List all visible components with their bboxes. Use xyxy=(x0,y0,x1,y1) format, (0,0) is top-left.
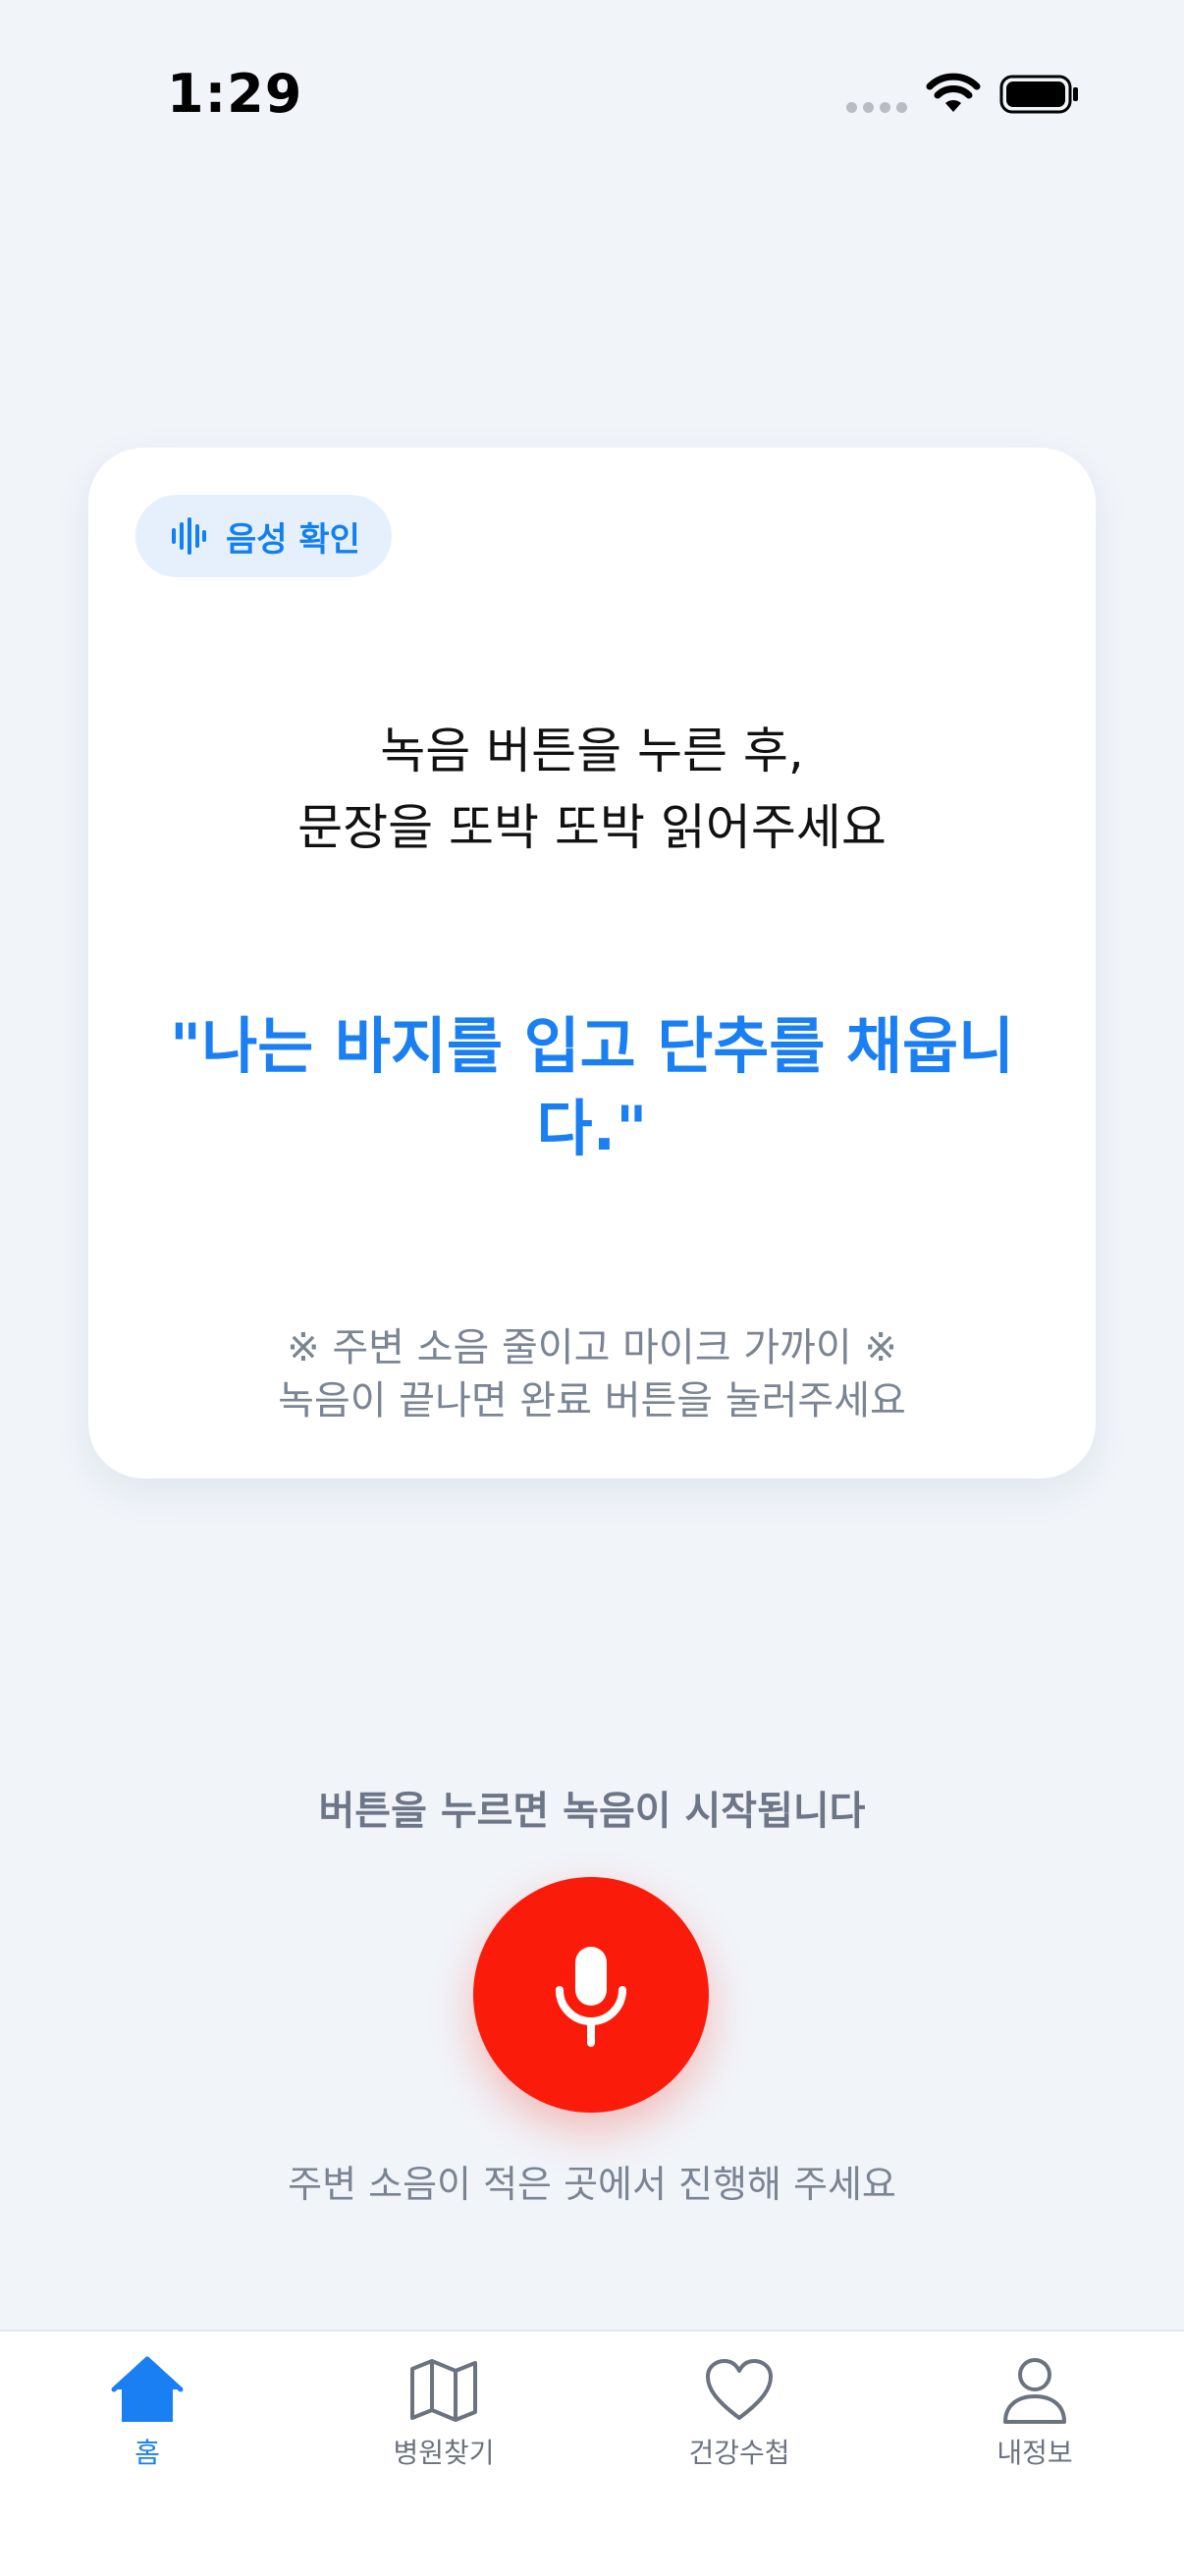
battery-icon xyxy=(999,75,1078,114)
person-icon xyxy=(1003,2358,1066,2424)
tab-health-notebook[interactable]: 건강수첩 xyxy=(641,2353,837,2471)
target-sentence: "나는 바지를 입고 단추를 채웁니다." xyxy=(169,1010,1015,1164)
home-icon xyxy=(111,2356,184,2422)
tab-label: 건강수첩 xyxy=(688,2437,790,2469)
badge-label: 음성 확인 xyxy=(226,519,360,560)
tab-bar: 홈 병원찾기 건강수첩 내정보 xyxy=(0,2330,1184,2576)
status-time: 1:29 xyxy=(167,63,303,125)
note-line: ※ 주변 소음 줄이고 마이크 가까이 ※ xyxy=(287,1325,897,1370)
record-button[interactable] xyxy=(473,1877,709,2113)
status-bar: 1:29 xyxy=(0,0,1184,196)
wifi-icon xyxy=(926,73,981,112)
heart-icon xyxy=(706,2359,773,2420)
microphone-icon xyxy=(556,1947,626,2047)
waveform-icon xyxy=(172,517,206,555)
tab-label: 병원찾기 xyxy=(393,2437,495,2469)
voice-check-card: 음성 확인 녹음 버튼을 누른 후, 문장을 또박 또박 읽어주세요 "나는 바… xyxy=(88,448,1096,1478)
cellular-signal-icon xyxy=(846,102,907,113)
instruction-text: 녹음 버튼을 누른 후, 문장을 또박 또박 읽어주세요 xyxy=(88,713,1096,866)
voice-check-badge: 음성 확인 xyxy=(135,495,392,577)
tab-label: 내정보 xyxy=(996,2437,1073,2469)
recording-notes: ※ 주변 소음 줄이고 마이크 가까이 ※ 녹음이 끝나면 완료 버튼을 눌러주… xyxy=(88,1321,1096,1427)
tab-hospital-search[interactable]: 병원찾기 xyxy=(346,2353,542,2471)
record-hint: 버튼을 누르면 녹음이 시작됩니다 xyxy=(318,1789,866,1834)
map-icon xyxy=(410,2359,477,2422)
tab-home[interactable]: 홈 xyxy=(49,2353,245,2471)
tab-my-info[interactable]: 내정보 xyxy=(937,2353,1133,2471)
instruction-line: 녹음 버튼을 누른 후, xyxy=(380,723,804,779)
tab-label: 홈 xyxy=(135,2437,160,2469)
note-line: 녹음이 끝나면 완료 버튼을 눌러주세요 xyxy=(278,1378,906,1423)
environment-hint: 주변 소음이 적은 곳에서 진행해 주세요 xyxy=(288,2163,896,2206)
instruction-line: 문장을 또박 또박 읽어주세요 xyxy=(297,799,887,856)
